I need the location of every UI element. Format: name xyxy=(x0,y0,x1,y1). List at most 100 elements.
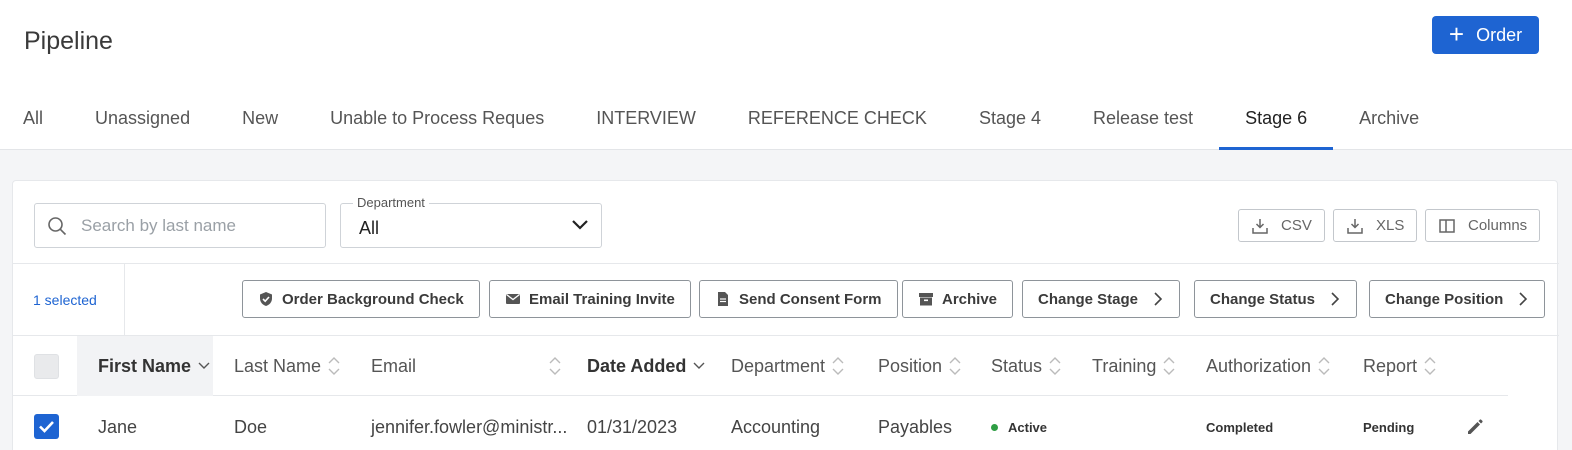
sort-icon xyxy=(1424,357,1436,375)
tab-all[interactable]: All xyxy=(0,90,69,150)
add-order-button[interactable]: + Order xyxy=(1432,16,1539,54)
sort-icon xyxy=(328,357,340,375)
row-checkbox[interactable] xyxy=(34,414,59,439)
table-header: First Name Last Name Email Date Added De… xyxy=(13,336,1508,396)
send-consent-form-button[interactable]: Send Consent Form xyxy=(699,280,898,318)
archive-label: Archive xyxy=(942,290,998,308)
tab-release-test[interactable]: Release test xyxy=(1067,90,1219,150)
order-background-check-label: Order Background Check xyxy=(282,290,464,308)
column-label: Position xyxy=(878,355,943,376)
column-label: Training xyxy=(1092,355,1157,376)
column-header-authorization[interactable]: Authorization xyxy=(1206,336,1330,396)
sort-icon xyxy=(1049,357,1061,375)
tab-stage-6[interactable]: Stage 6 xyxy=(1219,90,1334,150)
search-icon xyxy=(48,216,67,235)
selected-count: 1 selected xyxy=(33,292,97,308)
download-icon xyxy=(1347,218,1363,234)
status-text: Active xyxy=(1008,419,1048,435)
column-header-last-name[interactable]: Last Name xyxy=(234,336,340,396)
search-box xyxy=(34,203,326,248)
archive-box-icon xyxy=(919,293,933,306)
column-label: Status xyxy=(991,355,1043,376)
chevron-down-icon xyxy=(572,220,588,230)
department-select[interactable]: Department All xyxy=(340,195,602,248)
envelope-icon xyxy=(506,293,520,304)
export-csv-button[interactable]: CSV xyxy=(1238,209,1325,242)
tab-reference-check[interactable]: REFERENCE CHECK xyxy=(722,90,953,150)
column-header-training[interactable]: Training xyxy=(1092,336,1175,396)
selection-summary: 1 selected xyxy=(13,264,125,335)
columns-button[interactable]: Columns xyxy=(1425,209,1541,242)
pipeline-card: Department All CSV XLS Columns 1 selecte… xyxy=(12,180,1559,450)
select-all-checkbox[interactable] xyxy=(34,354,59,379)
sort-icon xyxy=(549,357,561,375)
tab-new[interactable]: New xyxy=(216,90,304,150)
tab-stage-4[interactable]: Stage 4 xyxy=(953,90,1067,150)
cell-first-name: Jane xyxy=(98,416,138,437)
change-position-button[interactable]: Change Position xyxy=(1369,280,1546,318)
column-header-department[interactable]: Department xyxy=(731,336,844,396)
column-label: First Name xyxy=(98,355,192,376)
column-header-status[interactable]: Status xyxy=(991,336,1061,396)
sort-icon xyxy=(1163,357,1175,375)
tab-archive[interactable]: Archive xyxy=(1333,90,1445,150)
cell-status: Active xyxy=(991,397,1047,450)
change-status-label: Change Status xyxy=(1210,290,1316,308)
tab-unassigned[interactable]: Unassigned xyxy=(69,90,216,150)
column-label: Last Name xyxy=(234,355,322,376)
order-button-label: Order xyxy=(1476,24,1523,45)
stage-tabs: All Unassigned New Unable to Process Req… xyxy=(0,90,1445,150)
tab-interview[interactable]: INTERVIEW xyxy=(570,90,722,150)
columns-icon xyxy=(1439,218,1455,233)
change-status-button[interactable]: Change Status xyxy=(1194,280,1358,318)
chevron-right-icon xyxy=(1154,292,1163,306)
change-stage-label: Change Stage xyxy=(1038,290,1139,308)
download-icon xyxy=(1252,218,1268,234)
sort-desc-icon xyxy=(198,362,210,369)
column-label: Department xyxy=(731,355,826,376)
pencil-edit-icon[interactable] xyxy=(1465,417,1485,437)
sort-icon xyxy=(949,357,961,375)
chevron-right-icon xyxy=(1519,292,1528,306)
column-header-first-name[interactable]: First Name xyxy=(98,336,210,396)
search-input[interactable] xyxy=(81,215,301,236)
csv-label: CSV xyxy=(1281,217,1312,234)
change-position-label: Change Position xyxy=(1385,290,1504,308)
checkmark-icon xyxy=(39,421,54,433)
send-consent-form-label: Send Consent Form xyxy=(739,290,882,308)
plus-icon: + xyxy=(1448,19,1465,49)
sort-icon xyxy=(1318,357,1330,375)
department-label: Department xyxy=(353,195,429,210)
order-background-check-button[interactable]: Order Background Check xyxy=(242,280,480,318)
xls-label: XLS xyxy=(1376,217,1405,234)
cell-position: Payables xyxy=(878,416,953,437)
cell-department: Accounting xyxy=(731,416,821,437)
sort-desc-icon xyxy=(693,362,705,369)
chevron-right-icon xyxy=(1331,292,1340,306)
cell-authorization: Completed xyxy=(1206,419,1274,435)
sort-icon xyxy=(832,357,844,375)
cell-report: Pending xyxy=(1363,419,1415,435)
columns-label: Columns xyxy=(1468,217,1528,234)
top-bar: Pipeline + Order All Unassigned New Unab… xyxy=(0,0,1572,150)
cell-last-name: Doe xyxy=(234,416,268,437)
column-header-date-added[interactable]: Date Added xyxy=(587,336,705,396)
table-row[interactable]: Jane Doe jennifer.fowler@ministr... 01/3… xyxy=(13,397,1508,450)
archive-button[interactable]: Archive xyxy=(902,280,1014,318)
email-training-invite-label: Email Training Invite xyxy=(529,290,675,308)
column-header-position[interactable]: Position xyxy=(878,336,961,396)
column-header-report[interactable]: Report xyxy=(1363,336,1436,396)
email-training-invite-button[interactable]: Email Training Invite xyxy=(489,280,691,318)
document-icon xyxy=(718,292,728,306)
change-stage-button[interactable]: Change Stage xyxy=(1022,280,1181,318)
column-header-email[interactable]: Email xyxy=(371,336,561,396)
shield-check-icon xyxy=(260,292,272,306)
tab-unable-to-process[interactable]: Unable to Process Reques xyxy=(304,90,570,150)
cell-email: jennifer.fowler@ministr... xyxy=(371,416,568,437)
column-label: Report xyxy=(1363,355,1418,376)
column-label: Email xyxy=(371,355,417,376)
export-xls-button[interactable]: XLS xyxy=(1333,209,1418,242)
cell-date-added: 01/31/2023 xyxy=(587,416,678,437)
divider xyxy=(13,263,1559,264)
status-active-dot xyxy=(991,423,998,431)
